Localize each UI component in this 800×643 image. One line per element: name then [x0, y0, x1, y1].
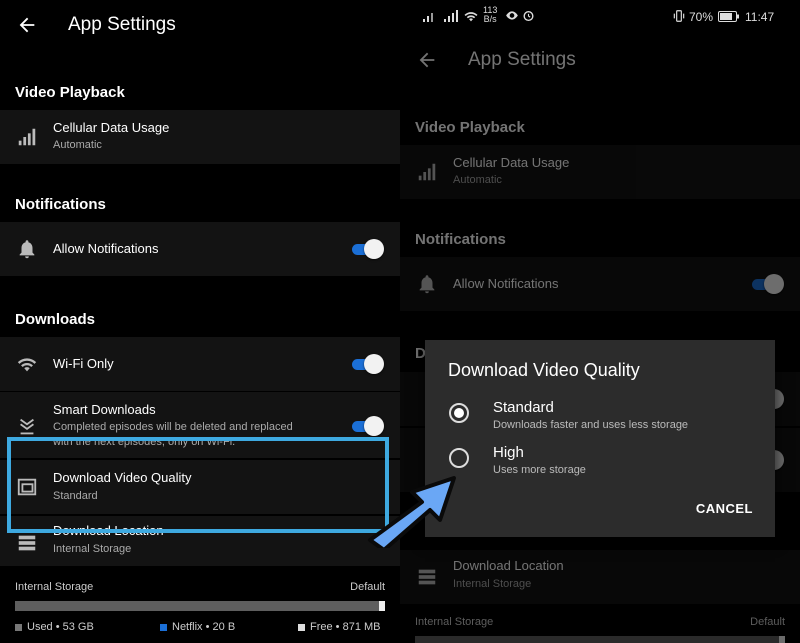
row-cellular-data-usage[interactable]: Cellular Data Usage Automatic	[0, 110, 400, 164]
storage-icon	[18, 535, 36, 551]
location-sub: Internal Storage	[453, 578, 532, 590]
storage-bar	[415, 636, 785, 643]
back-arrow-icon[interactable]	[16, 14, 38, 36]
wifi-icon	[17, 358, 37, 372]
row-allow-notifications[interactable]: Allow Notifications	[0, 222, 400, 276]
option-standard-title: Standard	[493, 399, 554, 416]
dialog-title: Download Video Quality	[448, 360, 640, 380]
alarm-icon	[523, 11, 534, 22]
bell-icon	[419, 275, 435, 294]
bell-icon	[19, 240, 35, 259]
battery-percent: 70%	[689, 10, 714, 24]
storage-free-fill	[379, 601, 385, 611]
section-title-downloads: Downloads	[15, 311, 96, 328]
top-bar: App Settings	[400, 35, 800, 85]
storage-default-label: Default	[750, 616, 785, 628]
storage-bar	[15, 601, 385, 611]
section-title-video-playback: Video Playback	[415, 119, 525, 136]
section-title-notifications: Notifications	[415, 231, 506, 248]
location-sub: Internal Storage	[53, 543, 132, 555]
storage-used-fill	[415, 636, 780, 643]
row-cellular-data-usage[interactable]: Cellular Data Usage Automatic	[400, 145, 800, 199]
legend-free: Free • 871 MB	[298, 621, 381, 633]
legend-netflix-text: Netflix • 20 B	[172, 621, 236, 633]
storage-used-fill	[15, 601, 380, 611]
status-bar: 113 B/s 70% 11:47	[400, 0, 800, 34]
top-bar: App Settings	[0, 0, 400, 50]
storage-label: Internal Storage	[415, 616, 494, 628]
left-screen: App Settings Video Playback Cellular Dat…	[0, 0, 400, 643]
legend-free-text: Free • 871 MB	[310, 621, 381, 633]
notifications-title: Allow Notifications	[53, 241, 159, 256]
network-speed: 113 B/s	[483, 6, 497, 24]
radio-standard[interactable]	[449, 403, 469, 423]
page-title: App Settings	[468, 49, 576, 70]
option-standard-sub: Downloads faster and uses less storage	[493, 419, 689, 431]
smart-downloads-toggle[interactable]	[350, 416, 384, 436]
section-title-video-playback: Video Playback	[15, 84, 125, 101]
storage-label: Internal Storage	[15, 581, 94, 593]
row-download-location[interactable]: Download Location Internal Storage	[400, 550, 800, 604]
page-title: App Settings	[68, 14, 176, 35]
row-allow-notifications[interactable]: Allow Notifications	[400, 257, 800, 311]
cancel-button[interactable]: CANCEL	[696, 501, 753, 516]
notifications-title: Allow Notifications	[453, 276, 559, 291]
pointer-arrow-icon	[368, 476, 456, 548]
cellular-sub: Automatic	[53, 139, 102, 151]
battery-icon	[718, 11, 739, 22]
smart-sub-line1: Completed episodes will be deleted and r…	[53, 421, 293, 433]
network-speed-unit: B/s	[483, 14, 497, 24]
section-title-notifications: Notifications	[15, 196, 106, 213]
cell-signal-icon	[423, 10, 458, 22]
signal-bars-icon	[18, 128, 36, 146]
option-standard[interactable]: Standard Downloads faster and uses less …	[425, 395, 775, 439]
storage-default-label: Default	[350, 581, 385, 593]
radio-dot-icon	[454, 408, 464, 418]
wifi-toggle[interactable]	[350, 354, 384, 374]
smart-download-icon	[20, 418, 34, 435]
legend-used: Used • 53 GB	[15, 621, 94, 633]
vibrate-icon	[673, 10, 685, 22]
notifications-toggle[interactable]	[750, 274, 784, 294]
signal-bars-icon	[418, 163, 436, 181]
option-high-title: High	[493, 444, 524, 461]
cellular-title: Cellular Data Usage	[453, 155, 570, 170]
row-wifi-only[interactable]: Wi-Fi Only	[0, 337, 400, 391]
legend-used-text: Used • 53 GB	[27, 621, 94, 633]
storage-icon	[418, 569, 436, 585]
storage-free-fill	[779, 636, 785, 643]
wifi-title: Wi-Fi Only	[53, 356, 114, 371]
smart-title: Smart Downloads	[53, 402, 156, 417]
clock: 11:47	[745, 10, 775, 24]
notifications-toggle[interactable]	[350, 239, 384, 259]
eye-icon	[506, 11, 518, 20]
wifi-status-icon	[464, 12, 478, 22]
back-arrow-icon[interactable]	[416, 49, 438, 71]
location-title: Download Location	[453, 558, 564, 573]
option-high[interactable]: High Uses more storage	[425, 440, 775, 484]
download-quality-dialog: Download Video Quality Standard Download…	[425, 340, 775, 537]
option-high-sub: Uses more storage	[493, 464, 586, 476]
radio-high[interactable]	[449, 448, 469, 468]
cellular-sub: Automatic	[453, 174, 502, 186]
highlight-box	[7, 437, 389, 533]
legend-netflix: Netflix • 20 B	[160, 621, 235, 633]
cellular-title: Cellular Data Usage	[53, 120, 170, 135]
